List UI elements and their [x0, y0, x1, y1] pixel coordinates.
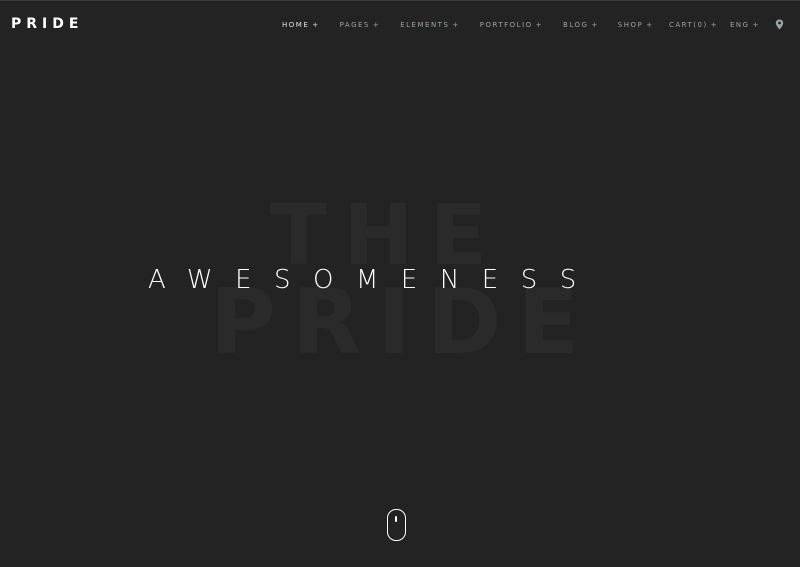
nav-item-plus: + [646, 21, 654, 29]
cart-plus: + [710, 21, 719, 29]
nav-item-plus: + [535, 21, 544, 29]
nav-item-label: SHOP [617, 21, 644, 29]
nav-item-plus: + [452, 21, 460, 29]
watermark-line-1: THE [270, 186, 503, 284]
mouse-scroll-icon[interactable] [387, 509, 406, 541]
cart-link[interactable]: CART(0) + [669, 19, 718, 31]
nav-item-label: ELEMENTS [400, 21, 450, 29]
nav-item-blog[interactable]: BLOG + [563, 20, 599, 30]
main-nav: HOME + PAGES + ELEMENTS + PORTFOLIO + BLOG + … [282, 19, 654, 31]
nav-item-label: PORTFOLIO [479, 21, 533, 29]
cart-item: CART(0) + [669, 20, 718, 30]
nav-item-home[interactable]: HOME + [282, 20, 320, 30]
nav-item-portfolio[interactable]: PORTFOLIO + [480, 20, 543, 30]
nav-item-plus: + [372, 21, 381, 29]
nav-item-shop[interactable]: SHOP + [618, 20, 654, 30]
nav-item-plus: + [312, 21, 320, 29]
language-label: ENG [730, 21, 750, 29]
nav-item-label: HOME [282, 21, 310, 29]
language-plus: + [752, 21, 760, 29]
nav-item-label: PAGES [339, 21, 370, 29]
map-pin-icon[interactable] [775, 19, 784, 30]
cart-label: CART(0) [669, 21, 708, 29]
nav-item-label: BLOG [563, 21, 589, 29]
nav-item-plus: + [591, 21, 599, 29]
hero-title: AWESOMENESS [148, 265, 599, 295]
language-item: ENG + [730, 20, 760, 30]
nav-item-elements[interactable]: ELEMENTS + [400, 20, 460, 30]
mouse-wheel-icon [395, 516, 397, 522]
nav-item-pages[interactable]: PAGES + [340, 20, 381, 30]
site-header: PRIDE HOME + PAGES + ELEMENTS + PORTFOLIO + … [0, 0, 800, 48]
site-logo[interactable]: PRIDE [11, 15, 83, 33]
language-selector[interactable]: ENG + [730, 19, 760, 31]
